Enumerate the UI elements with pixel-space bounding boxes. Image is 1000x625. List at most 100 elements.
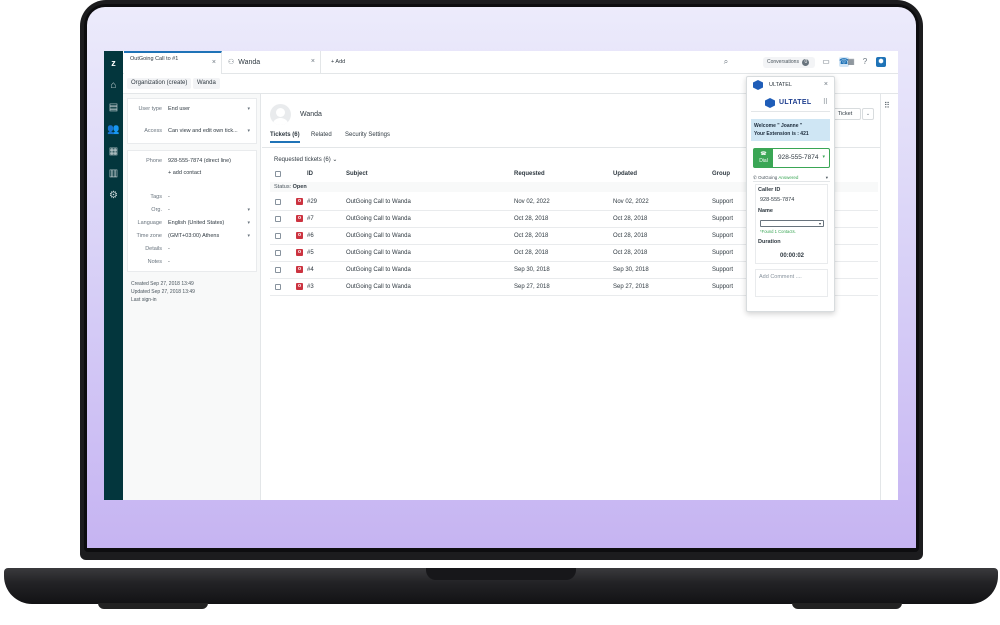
ticket-subject[interactable]: OutGoing Call to Wanda xyxy=(346,250,411,256)
comment-input[interactable]: Add Comment .... xyxy=(755,269,828,297)
avatar[interactable] xyxy=(270,104,291,125)
access-field[interactable]: Access Can view and edit own tick... ▾ xyxy=(128,125,258,137)
laptop-foot xyxy=(98,603,208,609)
row-checkbox[interactable] xyxy=(275,267,281,273)
ticket-updated: Sep 30, 2018 xyxy=(613,267,649,273)
breadcrumb-organization[interactable]: Organization (create) xyxy=(127,78,192,89)
status-badge: o xyxy=(296,249,303,256)
select-all-checkbox[interactable] xyxy=(275,171,281,177)
close-icon[interactable]: × xyxy=(824,77,828,93)
requested-tickets-filter[interactable]: Requested tickets (6) ⌄ xyxy=(274,156,337,163)
tags-field[interactable]: Tags - xyxy=(128,191,258,203)
ticket-id: #29 xyxy=(307,199,318,205)
left-nav: z ⌂ ▤ 👥 ▦ ▥ ⚙ xyxy=(104,51,123,500)
created-meta: Created Sep 27, 2018 13:49 xyxy=(131,281,194,287)
help-icon[interactable]: ? xyxy=(860,57,870,67)
call-status[interactable]: ✆ OutGoing Answered ▾ xyxy=(753,173,830,182)
org-field[interactable]: Org. - ▾ xyxy=(128,204,258,216)
apps-grid-icon[interactable]: ⠿ xyxy=(884,101,890,110)
field-value: (GMT+03:00) Athens xyxy=(168,233,220,239)
tab-outgoing-call[interactable]: OutGoing Call to #1 × xyxy=(124,51,222,74)
column-header-id[interactable]: ID xyxy=(307,171,313,177)
gear-icon[interactable]: ⚙ xyxy=(107,189,120,202)
row-checkbox[interactable] xyxy=(275,233,281,239)
row-checkbox[interactable] xyxy=(275,216,281,222)
conversations-button[interactable]: Conversations 0 xyxy=(763,57,815,68)
field-label: Phone xyxy=(146,158,162,164)
chevron-down-icon: ▾ xyxy=(825,175,828,180)
phone-icon: ✆ xyxy=(753,175,757,180)
chevron-down-icon[interactable]: ⌄ xyxy=(862,108,874,120)
column-header-group[interactable]: Group xyxy=(712,171,730,177)
reporting-icon[interactable]: ▥ xyxy=(107,167,120,180)
field-label: Notes xyxy=(147,259,162,265)
apps-icon[interactable]: ▦ xyxy=(846,57,856,67)
home-icon[interactable]: ⌂ xyxy=(107,79,120,92)
tab-security-settings[interactable]: Security Settings xyxy=(345,132,390,141)
dial-box: ☎ Dial 928-555-7874 ▾ xyxy=(753,148,830,168)
ticket-group: Support xyxy=(712,216,734,222)
column-header-updated[interactable]: Updated xyxy=(613,171,637,177)
phone-field[interactable]: Phone 928-555-7874 (direct line) xyxy=(128,155,258,167)
welcome-text: Welcome " Joanne " xyxy=(754,123,803,129)
tab-related[interactable]: Related xyxy=(311,132,332,141)
dial-label: Dial xyxy=(759,158,768,164)
ticket-subject[interactable]: OutGoing Call to Wanda xyxy=(346,199,411,205)
ticket-subject[interactable]: OutGoing Call to Wanda xyxy=(346,267,411,273)
row-checkbox[interactable] xyxy=(275,250,281,256)
status-value: Open xyxy=(292,184,307,190)
ticket-subject[interactable]: OutGoing Call to Wanda xyxy=(346,216,411,222)
ultatel-logo-icon xyxy=(753,80,763,90)
ticket-group: Support xyxy=(712,267,734,273)
chevron-down-icon: ▾ xyxy=(247,128,250,134)
field-label: Time zone xyxy=(136,233,162,239)
caller-id-value: 928-555-7874 xyxy=(760,197,795,203)
right-gutter xyxy=(880,94,898,500)
ticket-subject[interactable]: OutGoing Call to Wanda xyxy=(346,284,411,290)
ticket-updated: Nov 02, 2022 xyxy=(613,199,649,205)
timezone-field[interactable]: Time zone (GMT+03:00) Athens ▾ xyxy=(128,230,258,242)
contact-select[interactable]: ▾ xyxy=(760,220,824,227)
field-value: - xyxy=(168,259,170,265)
ticket-requested: Sep 30, 2018 xyxy=(514,267,550,273)
dial-button[interactable]: ☎ Dial xyxy=(754,149,773,167)
organizations-icon[interactable]: ▦ xyxy=(107,145,120,158)
add-tab-button[interactable]: + Add xyxy=(325,51,365,74)
field-value: - xyxy=(168,207,170,213)
add-contact-label: + add contact xyxy=(168,170,202,176)
customers-icon[interactable]: 👥 xyxy=(107,123,120,136)
column-header-subject[interactable]: Subject xyxy=(346,171,368,177)
row-checkbox[interactable] xyxy=(275,199,281,205)
zendesk-logo-icon[interactable]: z xyxy=(107,57,120,70)
search-icon[interactable]: ⌕ xyxy=(721,57,731,67)
ticket-group: Support xyxy=(712,199,734,205)
details-field[interactable]: Details - xyxy=(128,243,258,255)
add-contact-link[interactable]: + add contact xyxy=(128,167,258,179)
close-icon[interactable]: × xyxy=(212,59,216,66)
user-icon: ⚇ xyxy=(228,59,235,66)
conversations-label: Conversations xyxy=(767,59,799,65)
ticket-subject[interactable]: OutGoing Call to Wanda xyxy=(346,233,411,239)
ticket-group: Support xyxy=(712,250,734,256)
field-value: English (United States) xyxy=(168,220,225,226)
chevron-down-icon[interactable]: ▾ xyxy=(822,154,825,160)
column-header-requested[interactable]: Requested xyxy=(514,171,545,177)
notes-field[interactable]: Notes - xyxy=(128,256,258,268)
dialpad-icon[interactable]: ⠿ xyxy=(823,98,828,106)
app-window: z ⌂ ▤ 👥 ▦ ▥ ⚙ OutGoing Call to #1 × ⚇ Wan… xyxy=(104,51,898,500)
product-tray-icon[interactable]: ⬢ xyxy=(876,57,886,67)
ticket-updated: Sep 27, 2018 xyxy=(613,284,649,290)
breadcrumb-user[interactable]: Wanda xyxy=(193,78,220,89)
language-field[interactable]: Language English (United States) ▾ xyxy=(128,217,258,229)
chat-icon[interactable]: ▭ xyxy=(821,57,831,67)
ticket-requested: Oct 28, 2018 xyxy=(514,233,549,239)
status-badge: o xyxy=(296,232,303,239)
tab-tickets[interactable]: Tickets (6) xyxy=(270,132,300,143)
views-icon[interactable]: ▤ xyxy=(107,101,120,114)
close-icon[interactable]: × xyxy=(311,58,315,65)
ticket-id: #5 xyxy=(307,250,314,256)
user-type-field[interactable]: User type End user ▾ xyxy=(128,103,258,115)
dial-number-input[interactable]: 928-555-7874 xyxy=(778,154,818,161)
row-checkbox[interactable] xyxy=(275,284,281,290)
tab-wanda[interactable]: ⚇ Wanda × xyxy=(222,51,321,74)
